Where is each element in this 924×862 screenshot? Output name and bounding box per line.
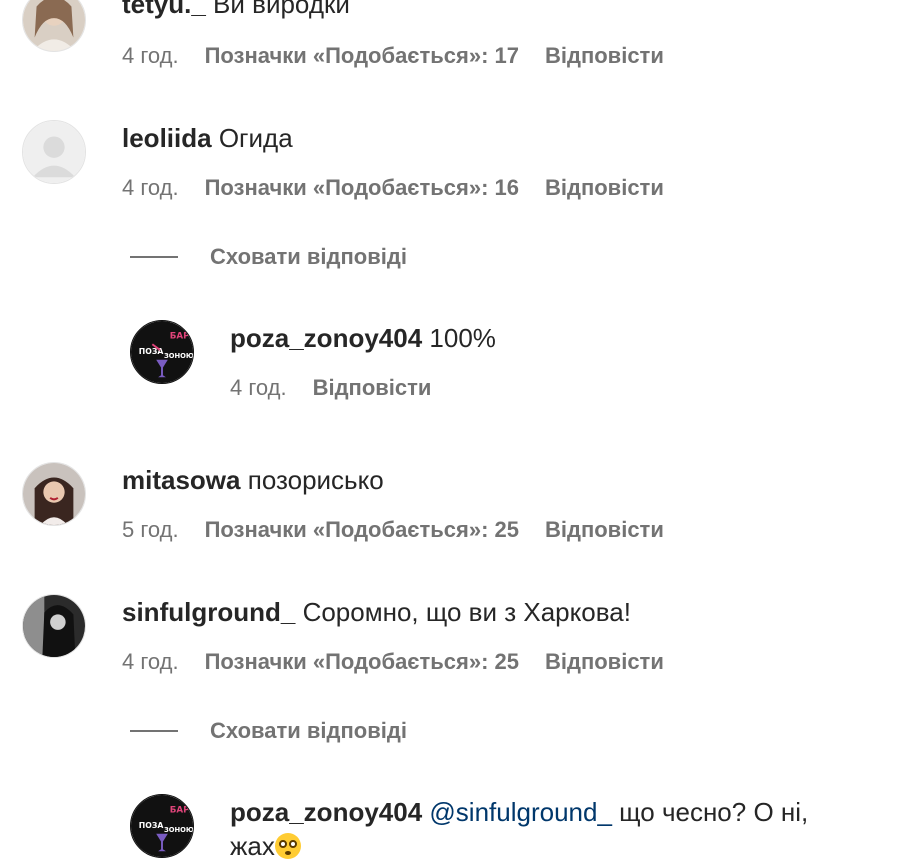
comment-timestamp[interactable]: 5 год. xyxy=(122,516,179,544)
comment-text: що чесно? О ні, xyxy=(619,797,809,827)
hide-replies-label: Сховати відповіді xyxy=(210,244,407,269)
reply-button[interactable]: Відповісти xyxy=(545,174,664,202)
likes-count[interactable]: Позначки «Подобається»: 16 xyxy=(205,174,519,202)
reply-button[interactable]: Відповісти xyxy=(545,648,664,676)
avatar[interactable] xyxy=(22,594,86,658)
logo-text: БАР xyxy=(170,805,190,815)
logo-text: ПОЗА xyxy=(139,821,164,830)
divider xyxy=(130,256,178,258)
comment-username[interactable]: tetyu._ xyxy=(122,0,206,19)
comment-username[interactable]: leoliida xyxy=(122,123,212,153)
comment-text: позорисько xyxy=(247,465,384,495)
comment-username[interactable]: mitasowa xyxy=(122,465,241,495)
comment-text: Соромно, що ви з Харкова! xyxy=(302,597,631,627)
reply-button[interactable]: Відповісти xyxy=(545,42,664,70)
comment-text: Ви виродки xyxy=(213,0,350,19)
logo-text: ЗОНОЮ xyxy=(164,352,193,360)
bar-logo-avatar[interactable]: БАР ПОЗА ЗОНОЮ xyxy=(130,320,194,384)
likes-count[interactable]: Позначки «Подобається»: 25 xyxy=(205,516,519,544)
logo-text: БАР xyxy=(170,331,190,341)
comment-timestamp[interactable]: 4 год. xyxy=(122,174,179,202)
likes-count[interactable]: Позначки «Подобається»: 25 xyxy=(205,648,519,676)
comment-text: Огида xyxy=(218,123,293,153)
comment-username[interactable]: sinfulground_ xyxy=(122,597,295,627)
divider xyxy=(130,730,178,732)
comment-username[interactable]: poza_zonoy404 xyxy=(230,323,422,353)
reply-button[interactable]: Відповісти xyxy=(545,516,664,544)
comment-username[interactable]: poza_zonoy404 xyxy=(230,797,422,827)
flushed-face-icon xyxy=(274,833,301,859)
logo-text: ЗОНОЮ xyxy=(164,826,193,834)
likes-count[interactable]: Позначки «Подобається»: 17 xyxy=(205,42,519,70)
comment-text: 100% xyxy=(429,323,496,353)
hide-replies-button[interactable]: Сховати відповіді xyxy=(130,718,407,744)
avatar[interactable] xyxy=(22,0,86,52)
comment-text-continued: жах xyxy=(230,831,275,861)
avatar[interactable] xyxy=(22,462,86,526)
logo-text: ПОЗА xyxy=(139,347,164,356)
comment-timestamp[interactable]: 4 год. xyxy=(230,374,287,402)
hide-replies-button[interactable]: Сховати відповіді xyxy=(130,244,407,270)
comment-timestamp[interactable]: 4 год. xyxy=(122,42,179,70)
comment-timestamp[interactable]: 4 год. xyxy=(122,648,179,676)
reply-button[interactable]: Відповісти xyxy=(313,374,432,402)
hide-replies-label: Сховати відповіді xyxy=(210,718,407,743)
default-avatar-icon[interactable] xyxy=(22,120,86,184)
bar-logo-avatar[interactable]: БАР ПОЗА ЗОНОЮ xyxy=(130,794,194,858)
mention-link[interactable]: @sinfulground_ xyxy=(429,797,612,827)
